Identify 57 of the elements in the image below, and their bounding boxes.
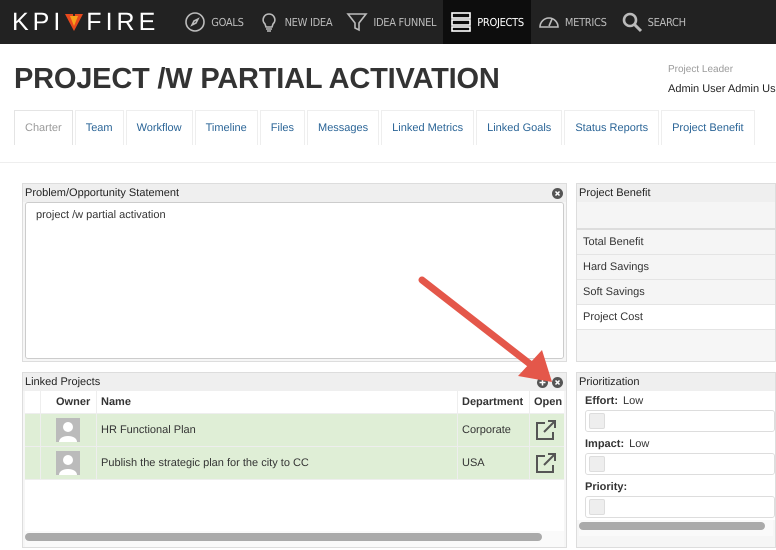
tab[interactable]: Team — [74, 110, 124, 145]
close-icon[interactable] — [552, 376, 563, 388]
panel-title: Project Benefit — [579, 187, 651, 199]
external-link-icon[interactable] — [534, 419, 558, 441]
nav-item[interactable]: GOALS — [177, 0, 251, 44]
external-link-icon[interactable] — [534, 452, 558, 474]
table-row[interactable]: Publish the strategic plan for the city to CC USA — [25, 447, 564, 480]
nav-item[interactable]: NEW IDEA — [250, 0, 340, 44]
scrollbar-thumb[interactable] — [579, 522, 766, 530]
field-label: Impact: — [585, 438, 624, 450]
column-header: Department — [458, 391, 530, 413]
column-header: Open — [533, 395, 564, 410]
table-cell: Corporate — [458, 414, 530, 446]
field-value: Low — [623, 395, 644, 407]
logo-text: FIRE — [86, 8, 160, 36]
text-area[interactable]: project /w partial activation — [25, 202, 564, 359]
avatar-icon — [56, 451, 80, 475]
close-icon[interactable] — [552, 188, 563, 198]
table-row[interactable]: HR Functional Plan Corporate — [25, 414, 564, 447]
select-field[interactable] — [585, 453, 775, 475]
field-label: Effort: — [585, 395, 618, 407]
field-value: Low — [629, 438, 650, 450]
table-cell: Publish the strategic plan for the city to CC — [97, 447, 458, 479]
tab[interactable]: Messages — [307, 110, 380, 145]
search-icon — [620, 11, 643, 33]
server-stack-icon — [450, 11, 472, 33]
tab[interactable]: Project Benefit — [661, 110, 755, 145]
list-item: Project Cost — [577, 305, 775, 330]
nav-item[interactable]: IDEA FUNNEL — [339, 0, 444, 44]
scrollbar-thumb[interactable] — [25, 533, 542, 541]
avatar-icon — [56, 418, 80, 442]
field-label: Priority: — [585, 481, 628, 493]
nav-item[interactable]: METRICS — [530, 0, 614, 44]
field-label: Project Leader — [668, 64, 734, 75]
select-field[interactable] — [585, 410, 775, 432]
tab[interactable]: Linked Goals — [476, 110, 562, 145]
compass-icon — [184, 11, 206, 33]
field-value: Admin User Admin Us — [668, 83, 776, 95]
panel-title: Problem/Opportunity Statement — [25, 187, 180, 199]
nav-item[interactable]: SEARCH — [614, 0, 693, 44]
tab[interactable]: Linked Metrics — [381, 110, 474, 145]
panel-title: Prioritization — [579, 376, 640, 388]
nav-item[interactable]: PROJECTS — [443, 0, 531, 44]
flame-logo-icon — [64, 12, 84, 32]
tab[interactable]: Workflow — [126, 110, 193, 145]
column-header: Owner — [41, 391, 97, 413]
table-cell: HR Functional Plan — [97, 414, 458, 446]
select-field[interactable] — [585, 496, 775, 518]
column-header: Name — [97, 391, 458, 413]
tab[interactable]: Timeline — [194, 110, 258, 145]
funnel-icon — [346, 11, 368, 33]
tab[interactable]: Status Reports — [564, 110, 660, 145]
panel-title: Linked Projects — [25, 376, 100, 388]
tab[interactable]: Files — [260, 110, 306, 145]
logo-text: KPI — [12, 8, 64, 36]
table-cell: USA — [458, 447, 530, 479]
page-title: PROJECT /W PARTIAL ACTIVATION — [14, 63, 500, 97]
